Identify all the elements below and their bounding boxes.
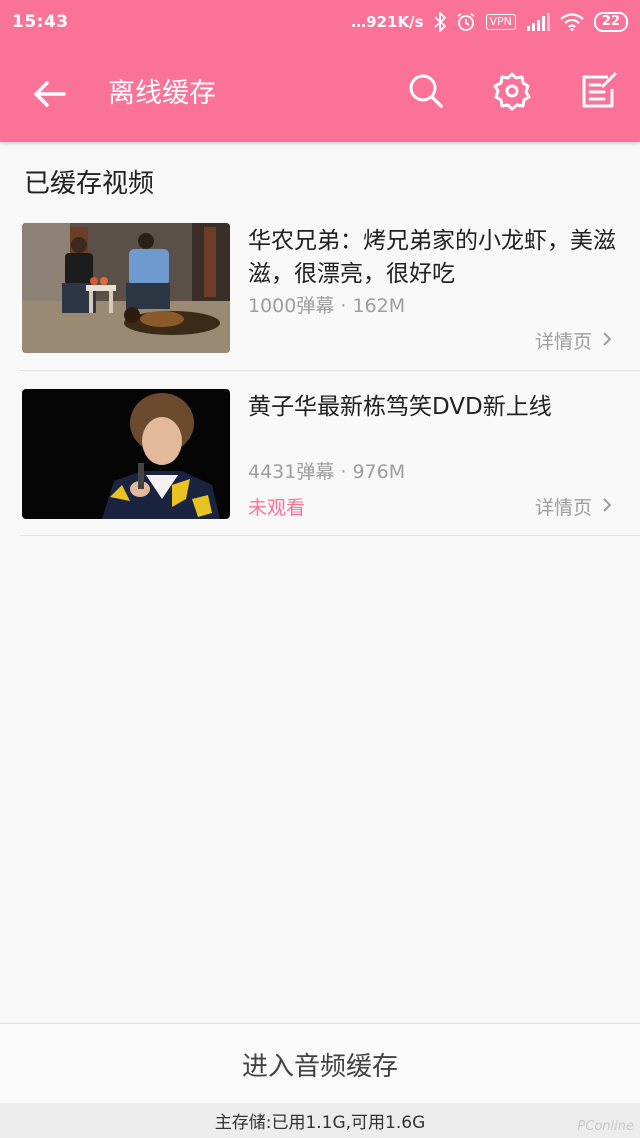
watermark: PConline xyxy=(577,1119,634,1134)
details-link[interactable]: 详情页 xyxy=(535,327,612,354)
search-icon[interactable] xyxy=(406,71,446,111)
details-link[interactable]: 详情页 xyxy=(535,493,612,520)
wifi-icon xyxy=(560,13,584,31)
cached-video-item[interactable]: 黄子华最新栋笃笑DVD新上线 4431弹幕 · 976M 未观看 详情页 xyxy=(20,389,640,555)
bluetooth-icon xyxy=(433,12,446,32)
status-time: 15:43 xyxy=(12,12,69,32)
video-title: 黄子华最新栋笃笑DVD新上线 xyxy=(248,394,552,420)
signal-icon xyxy=(526,13,550,31)
video-thumbnail[interactable] xyxy=(22,389,230,519)
enter-audio-cache-button[interactable]: 进入音频缓存 xyxy=(0,1023,640,1104)
net-speed: …921K/s xyxy=(351,13,424,31)
divider xyxy=(20,535,640,536)
alarm-icon xyxy=(456,12,476,32)
battery-indicator: 22 xyxy=(593,12,628,32)
watch-status: 未观看 xyxy=(248,497,306,519)
section-title: 已缓存视频 xyxy=(24,169,155,199)
video-thumbnail[interactable] xyxy=(22,223,230,353)
divider xyxy=(20,370,640,371)
status-bar: 15:43 …921K/s VPN 22 xyxy=(0,0,640,44)
chevron-right-icon xyxy=(602,330,612,352)
back-arrow-icon[interactable] xyxy=(30,74,70,114)
chevron-right-icon xyxy=(602,496,612,518)
details-label: 详情页 xyxy=(534,497,592,519)
storage-text: 主存储:已用1.1G,可用1.6G xyxy=(214,1113,426,1133)
video-meta: 1000弹幕 · 162M xyxy=(248,295,406,317)
app-toolbar: 离线缓存 xyxy=(0,44,640,142)
cached-video-item[interactable]: 华农兄弟：烤兄弟家的小龙虾，美滋滋，很漂亮，很好吃 1000弹幕 · 162M … xyxy=(20,223,640,389)
video-meta: 4431弹幕 · 976M xyxy=(248,461,406,483)
edit-list-icon[interactable] xyxy=(578,71,618,111)
details-label: 详情页 xyxy=(534,331,592,353)
vpn-badge: VPN xyxy=(485,14,516,30)
status-indicators: …921K/s VPN 22 xyxy=(351,12,628,32)
video-title: 华农兄弟：烤兄弟家的小龙虾，美滋滋，很漂亮，很好吃 xyxy=(248,228,616,287)
gear-icon[interactable] xyxy=(492,71,532,111)
page-title: 离线缓存 xyxy=(108,78,216,109)
storage-info: 主存储:已用1.1G,可用1.6G PConline xyxy=(0,1103,640,1138)
